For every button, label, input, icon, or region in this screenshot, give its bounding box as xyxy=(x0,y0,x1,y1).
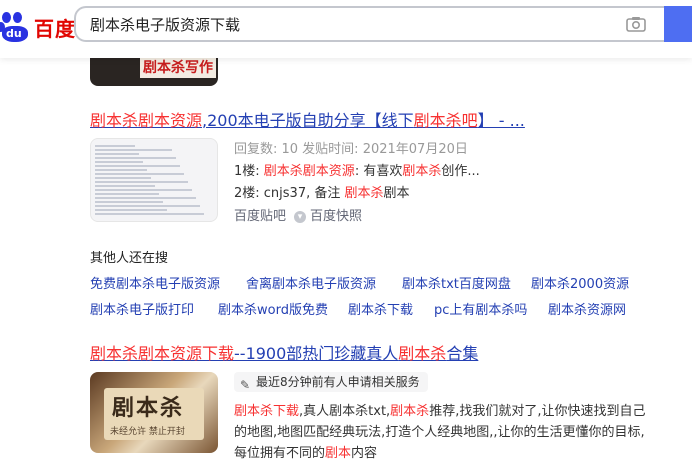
floor1-snippet: 1楼: 剧本杀剧本资源: 有喜欢剧本杀创作... xyxy=(234,164,480,179)
search-button[interactable] xyxy=(664,6,692,42)
also-search-link[interactable]: 剧本杀电子版打印 xyxy=(90,299,194,318)
also-search-link[interactable]: 剧本杀2000资源 xyxy=(531,273,629,292)
title-text: 】 - ... xyxy=(477,111,525,130)
thumbnail-row xyxy=(95,161,143,163)
thumbnail-row xyxy=(95,165,180,167)
logo-du-text: du xyxy=(6,27,22,40)
result2-desc-line3: 每位拥有不同的剧本内容 xyxy=(234,446,378,461)
source-link[interactable]: 百度贴吧 xyxy=(234,209,286,224)
result2-desc-line1: 剧本杀下载,真人剧本杀txt,剧本杀推荐,找我们就对了,让你快速找到自己 xyxy=(234,404,646,419)
edit-icon: ✎ xyxy=(240,378,251,392)
recent-service-badge[interactable]: ✎ 最近8分钟前有人申请相关服务 xyxy=(234,372,428,392)
thumbnail-row xyxy=(95,205,200,207)
search-box xyxy=(74,6,664,42)
title-text: ,200本电子版自助分享【线下 xyxy=(202,111,414,130)
result1-thumbnail[interactable] xyxy=(90,138,218,222)
thumbnail-title: 剧本杀 xyxy=(112,396,185,421)
paw-icon: du xyxy=(0,12,30,42)
title-em: 剧本杀剧本资源 xyxy=(90,111,203,130)
reply-info: 回复数: 10 发贴时间: 2021年07月20日 xyxy=(234,142,468,157)
also-search-link[interactable]: pc上有剧本杀吗 xyxy=(434,299,527,318)
badge-text: 最近8分钟前有人申请相关服务 xyxy=(256,375,420,389)
thumbnail-row xyxy=(95,169,147,171)
thumbnail-row xyxy=(95,153,139,155)
title-em: 剧本杀剧本资源下载 xyxy=(90,344,235,363)
title-text: --1900部热门珍藏真人 xyxy=(234,344,399,363)
thumbnail-row xyxy=(95,185,155,187)
thumbnail-row xyxy=(95,209,167,211)
chevron-down-icon[interactable]: ▾ xyxy=(294,210,307,223)
thumbnail-row xyxy=(95,181,188,183)
thumbnail-row xyxy=(95,157,176,159)
thumbnail-row xyxy=(95,189,192,191)
also-search-link[interactable]: 剧本杀下载 xyxy=(348,299,413,318)
also-search-link[interactable]: 舍离剧本杀电子版资源 xyxy=(246,273,376,292)
baidu-logo[interactable]: du 百度 xyxy=(0,9,76,45)
thumbnail-row xyxy=(95,177,151,179)
also-search-link[interactable]: 免费剧本杀电子版资源 xyxy=(90,273,220,292)
also-search-link[interactable]: 剧本杀资源网 xyxy=(548,299,626,318)
result2-title-link[interactable]: 剧本杀剧本资源下载--1900部热门珍藏真人剧本杀合集 xyxy=(90,340,478,364)
thumbnail-label: 剧本杀写作 xyxy=(140,56,216,78)
thumbnail-caption: 未经允许 禁止开封 xyxy=(110,427,185,437)
thumbnail-row xyxy=(95,149,172,151)
floor2-snippet: 2楼: cnjs37, 备注 剧本杀剧本 xyxy=(234,186,410,201)
title-text: 合集 xyxy=(446,344,479,363)
thumbnail-row xyxy=(95,213,204,215)
thumbnail-row xyxy=(95,193,159,195)
thumbnail-row xyxy=(95,145,135,147)
thumbnail-row xyxy=(95,197,196,199)
thumbnail-row xyxy=(95,173,184,175)
also-search-link[interactable]: 剧本杀txt百度网盘 xyxy=(402,273,511,292)
title-em: 剧本杀吧 xyxy=(413,111,478,130)
search-input[interactable] xyxy=(76,14,592,34)
thumbnail-row xyxy=(95,201,163,203)
top-header: du 百度 xyxy=(0,0,692,58)
result1-title-link[interactable]: 剧本杀剧本资源,200本电子版自助分享【线下剧本杀吧】 - ... xyxy=(90,107,525,131)
also-search-title: 其他人还在搜 xyxy=(90,251,169,266)
logo-text: 百度 xyxy=(34,16,76,41)
snapshot-link[interactable]: 百度快照 xyxy=(310,209,362,224)
also-search-link[interactable]: 剧本杀word版免费 xyxy=(218,299,328,318)
result1-source-row: 百度贴吧 ▾ 百度快照 xyxy=(234,205,362,224)
result2-thumbnail[interactable]: 剧本杀 未经允许 禁止开封 xyxy=(90,372,218,453)
title-em: 剧本杀 xyxy=(398,344,447,363)
camera-icon[interactable] xyxy=(626,16,646,32)
result2-desc-line2: 的地图,地图匹配经典玩法,打造个人经典地图,,让你的生活更懂你的目标, xyxy=(234,425,645,440)
